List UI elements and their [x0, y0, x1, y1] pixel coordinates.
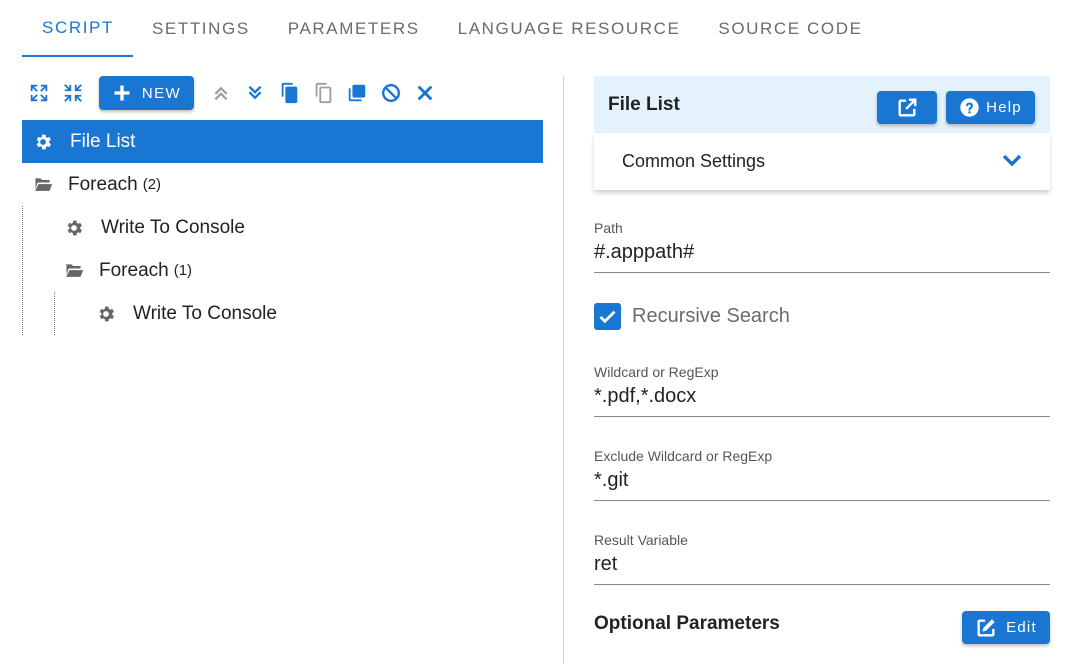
tab-language-resource[interactable]: LANGUAGE RESOURCE — [439, 0, 700, 57]
new-button-label: NEW — [141, 84, 182, 102]
tab-source-code[interactable]: SOURCE CODE — [699, 0, 881, 57]
tree-toolbar: NEW — [22, 76, 442, 110]
tree-node-foreach[interactable]: Foreach (2) — [22, 163, 543, 206]
tree-node-count: (2) — [142, 176, 162, 193]
folder-open-icon — [32, 175, 54, 195]
exclude-wildcard-field[interactable]: Exclude Wildcard or RegExp *.git — [594, 448, 1050, 501]
tree-node-label: Foreach — [68, 173, 138, 195]
duplicate-icon[interactable] — [340, 76, 374, 110]
panel-header: File List Help — [594, 76, 1050, 133]
external-link-icon — [898, 98, 917, 117]
help-icon — [960, 98, 979, 117]
exclude-wildcard-value: *.git — [594, 469, 629, 491]
tree-node-write-to-console[interactable]: Write To Console — [22, 206, 543, 249]
recursive-search-checkbox[interactable] — [594, 303, 621, 330]
folder-open-icon — [63, 261, 85, 281]
collapse-all-icon[interactable] — [56, 76, 90, 110]
chevron-down-icon — [1002, 154, 1022, 167]
result-variable-label: Result Variable — [594, 532, 688, 548]
path-field[interactable]: Path #.apppath# — [594, 220, 1050, 273]
tree-node-label: Write To Console — [133, 302, 277, 324]
result-variable-value: ret — [594, 553, 618, 575]
tree-node-label: File List — [70, 130, 136, 152]
recursive-search-label: Recursive Search — [632, 305, 790, 327]
common-settings-accordion[interactable]: Common Settings — [594, 133, 1050, 190]
wildcard-field[interactable]: Wildcard or RegExp *.pdf,*.docx — [594, 364, 1050, 417]
new-button[interactable]: NEW — [99, 76, 194, 110]
expand-all-icon[interactable] — [22, 76, 56, 110]
delete-icon[interactable] — [408, 76, 442, 110]
move-down-icon[interactable] — [238, 76, 272, 110]
path-label: Path — [594, 220, 623, 236]
script-tree: File List Foreach (2) Write To Console F… — [22, 120, 543, 335]
tree-guide-line — [22, 206, 23, 335]
tree-node-label: Foreach — [99, 259, 169, 281]
panel-divider — [563, 76, 564, 664]
tree-node-file-list[interactable]: File List — [22, 120, 543, 163]
tree-guide-line — [54, 292, 55, 335]
tab-settings[interactable]: SETTINGS — [133, 0, 269, 57]
help-button[interactable]: Help — [946, 91, 1035, 124]
path-value: #.apppath# — [594, 241, 695, 263]
optional-parameters-title: Optional Parameters — [594, 613, 780, 634]
gear-icon — [33, 132, 53, 152]
common-settings-label: Common Settings — [622, 151, 766, 171]
tree-node-label: Write To Console — [101, 216, 245, 238]
edit-button-label: Edit — [1006, 619, 1037, 636]
disable-icon[interactable] — [374, 76, 408, 110]
open-external-button[interactable] — [877, 91, 937, 124]
recursive-search-checkbox-row: Recursive Search — [594, 303, 790, 330]
tab-bar: SCRIPT SETTINGS PARAMETERS LANGUAGE RESO… — [22, 0, 882, 57]
wildcard-label: Wildcard or RegExp — [594, 364, 719, 380]
wildcard-value: *.pdf,*.docx — [594, 385, 697, 407]
gear-icon — [64, 218, 84, 238]
exclude-wildcard-label: Exclude Wildcard or RegExp — [594, 448, 773, 464]
checkmark-icon — [599, 310, 616, 324]
gear-icon — [96, 304, 116, 324]
tree-node-count: (1) — [173, 262, 193, 279]
tab-script[interactable]: SCRIPT — [22, 0, 133, 57]
plus-icon — [114, 85, 130, 101]
tree-node-foreach[interactable]: Foreach (1) — [22, 249, 543, 292]
paste-icon[interactable] — [306, 76, 340, 110]
panel-title: File List — [608, 93, 680, 115]
copy-icon[interactable] — [272, 76, 306, 110]
help-button-label: Help — [986, 99, 1022, 116]
edit-icon — [977, 618, 995, 637]
move-up-icon[interactable] — [204, 76, 238, 110]
edit-button[interactable]: Edit — [962, 611, 1050, 644]
result-variable-field[interactable]: Result Variable ret — [594, 532, 1050, 585]
tree-node-write-to-console[interactable]: Write To Console — [22, 292, 543, 335]
tab-parameters[interactable]: PARAMETERS — [269, 0, 439, 57]
